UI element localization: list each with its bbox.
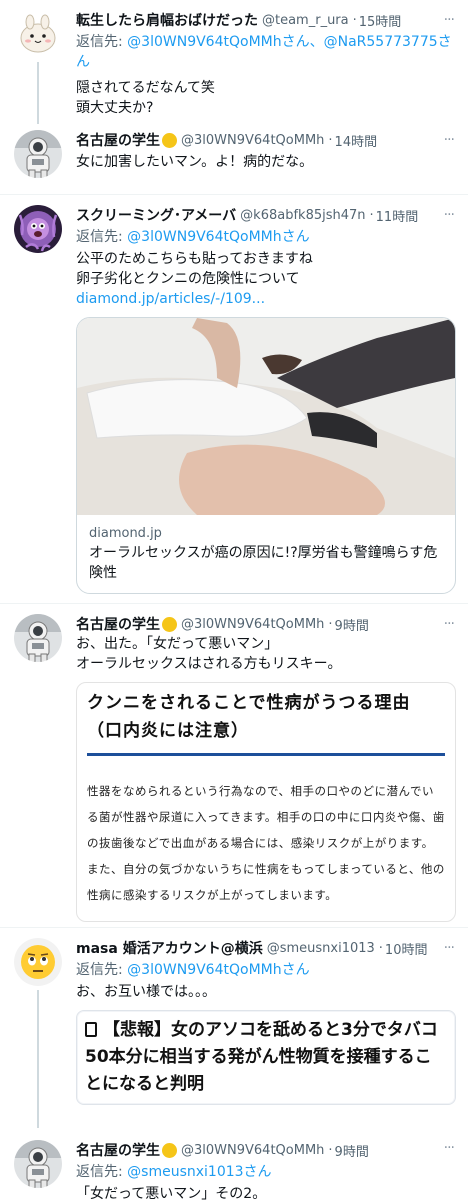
display-name[interactable]: masa 婚活アカウント@横浜 — [76, 938, 263, 958]
reply-context: 返信先: @3l0WN9V64tQoMMhさん — [76, 960, 456, 980]
tweet-line: 「女だって悪いマン」その2。 — [76, 1186, 267, 1200]
tweet-line: 頭大丈夫か? — [76, 100, 154, 116]
verified-badge-icon — [162, 1142, 177, 1158]
link-card-domain: diamond.jp — [89, 526, 162, 541]
tweet-text: 「女だって悪いマン」その2。 — [76, 1184, 456, 1200]
more-options-icon[interactable]: ··· — [444, 1140, 455, 1156]
separator: · — [328, 616, 333, 632]
tweet-2[interactable]: ··· 名古屋の学生 @3l0WN9V64tQoMMh · 14時間 女に加害し… — [0, 124, 468, 194]
tweet-header: 名古屋の学生 @3l0WN9V64tQoMMh · 9時間 — [76, 614, 456, 634]
tweet-3[interactable]: ··· スクリーミング･アメーバ @k68abfk85jsh47n · 11時間… — [0, 195, 468, 603]
handle[interactable]: @3l0WN9V64tQoMMh — [181, 133, 324, 148]
tweet-line: 公平のためこちらも貼っておきますね — [76, 251, 313, 267]
headline-title: 【悲報】女のアソコを舐めると3分でタバコ50本分に相当する発がん性物質を接種する… — [85, 1017, 447, 1098]
article-heading-rule — [87, 753, 445, 756]
tweet-6[interactable]: ··· 名古屋の学生 @3l0WN9V64tQoMMh · 9時間 返信先: @… — [0, 1128, 468, 1200]
tweet-header: 転生したら肩幅おばけだった @team_r_ura · 15時間 — [76, 10, 456, 30]
display-name[interactable]: 名古屋の学生 — [76, 614, 160, 634]
reply-mentions[interactable]: @smeusnxi1013さん — [127, 1164, 271, 1180]
tweet-1[interactable]: ··· 転生したら肩幅おばけだった @team_r_ura · 15時間 返信先… — [0, 0, 468, 124]
separator: · — [352, 12, 357, 28]
tweet-line: 女に加害したいマン。よ！病的だな。 — [76, 154, 314, 170]
tweet-link[interactable]: diamond.jp/articles/-/109... — [76, 289, 456, 309]
reply-context: 返信先: @3l0WN9V64tQoMMhさん — [76, 227, 456, 247]
avatar[interactable] — [14, 1140, 62, 1188]
separator: · — [378, 940, 383, 956]
headline-text: 【悲報】女のアソコを舐めると3分でタバコ50本分に相当する発がん性物質を接種する… — [85, 1020, 438, 1094]
tweet-text: お、出た。「女だって悪いマン」 オーラルセックスはされる方もリスキー。 — [76, 634, 456, 674]
reply-prefix: 返信先: — [76, 229, 128, 245]
separator: · — [328, 1142, 333, 1158]
handle[interactable]: @k68abfk85jsh47n — [240, 208, 365, 223]
reply-context: 返信先: @3l0WN9V64tQoMMhさん、@NaR55773775さん — [76, 32, 456, 72]
link-card-meta: diamond.jp オーラルセックスが癌の原因に!?厚労省も警鐘鳴らす危険性 — [77, 515, 455, 593]
timestamp[interactable]: 15時間 — [359, 11, 402, 30]
tweet-line: 隠されてるだなんて笑 — [76, 80, 215, 96]
timestamp[interactable]: 14時間 — [335, 131, 378, 150]
tweet-text: 女に加害したいマン。よ！病的だな。 — [76, 152, 456, 172]
verified-badge-icon — [162, 616, 177, 632]
reply-prefix: 返信先: — [76, 962, 128, 978]
more-options-icon[interactable]: ··· — [444, 132, 455, 148]
link-card[interactable]: diamond.jp オーラルセックスが癌の原因に!?厚労省も警鐘鳴らす危険性 — [76, 317, 456, 594]
separator: · — [369, 207, 374, 223]
reply-mentions[interactable]: @3l0WN9V64tQoMMhさん — [127, 229, 309, 245]
reply-context: 返信先: @smeusnxi1013さん — [76, 1162, 456, 1182]
verified-badge-icon — [162, 132, 177, 148]
reply-prefix: 返信先: — [76, 34, 128, 50]
avatar[interactable] — [14, 614, 62, 662]
attached-headline-image[interactable]: 【悲報】女のアソコを舐めると3分でタバコ50本分に相当する発がん性物質を接種する… — [76, 1010, 456, 1105]
tweet-4[interactable]: ··· 名古屋の学生 @3l0WN9V64tQoMMh · 9時間 お、出た。「… — [0, 604, 468, 927]
tweet-header: スクリーミング･アメーバ @k68abfk85jsh47n · 11時間 — [76, 205, 456, 225]
tweet-line: 卵子劣化とクンニの危険性について — [76, 271, 300, 287]
display-name[interactable]: スクリーミング･アメーバ — [76, 205, 236, 225]
handle[interactable]: @team_r_ura — [262, 13, 349, 28]
timestamp[interactable]: 10時間 — [385, 939, 428, 958]
reply-mentions[interactable]: @3l0WN9V64tQoMMhさん — [127, 962, 309, 978]
timestamp[interactable]: 11時間 — [376, 206, 419, 225]
display-name[interactable]: 名古屋の学生 — [76, 130, 160, 150]
reply-prefix: 返信先: — [76, 1164, 128, 1180]
tweet-line: お、出た。「女だって悪いマン」 — [76, 636, 279, 652]
display-name[interactable]: 転生したら肩幅おばけだった — [76, 10, 258, 30]
avatar[interactable] — [14, 130, 62, 178]
timestamp[interactable]: 9時間 — [335, 615, 369, 634]
document-icon — [85, 1022, 97, 1037]
tweet-text: お、お互い様では。。。 — [76, 982, 456, 1002]
handle[interactable]: @3l0WN9V64tQoMMh — [181, 1143, 324, 1158]
reply-mentions[interactable]: @3l0WN9V64tQoMMhさん、@NaR55773775さん — [76, 34, 452, 70]
tweet-5[interactable]: ··· masa 婚活アカウント@横浜 @smeusnxi1013 · 10時間… — [0, 928, 468, 1128]
avatar[interactable] — [14, 10, 62, 58]
more-options-icon[interactable]: ··· — [444, 940, 455, 956]
handle[interactable]: @smeusnxi1013 — [267, 941, 375, 956]
attached-article-image[interactable]: クンニをされることで性病がうつる理由（口内炎には注意） 性器をなめられるという行… — [76, 682, 456, 922]
separator: · — [328, 132, 333, 148]
avatar[interactable] — [14, 938, 62, 986]
tweet-header: 名古屋の学生 @3l0WN9V64tQoMMh · 9時間 — [76, 1140, 456, 1160]
tweet-header: 名古屋の学生 @3l0WN9V64tQoMMh · 14時間 — [76, 130, 456, 150]
tweet-text: 隠されてるだなんて笑 頭大丈夫か? — [76, 78, 456, 118]
display-name[interactable]: 名古屋の学生 — [76, 1140, 160, 1160]
more-options-icon[interactable]: ··· — [444, 207, 455, 223]
timestamp[interactable]: 9時間 — [335, 1141, 369, 1160]
link-card-title: オーラルセックスが癌の原因に!?厚労省も警鐘鳴らす危険性 — [89, 545, 438, 581]
tweet-header: masa 婚活アカウント@横浜 @smeusnxi1013 · 10時間 — [76, 938, 456, 958]
tweet-line: お、お互い様では。。。 — [76, 984, 216, 1000]
more-options-icon[interactable]: ··· — [444, 12, 455, 28]
link-card-image — [77, 318, 455, 515]
tweet-text: 公平のためこちらも貼っておきますね 卵子劣化とクンニの危険性について diamo… — [76, 249, 456, 309]
more-options-icon[interactable]: ··· — [444, 616, 455, 632]
article-heading: クンニをされることで性病がうつる理由（口内炎には注意） — [87, 693, 411, 741]
tweet-feed: · · · 転生したら肩幅おばけだった @team_r_ura · 15時間 返信先… — [0, 0, 468, 1200]
tweet-line: オーラルセックスはされる方もリスキー。 — [76, 656, 342, 672]
avatar[interactable] — [14, 205, 62, 253]
handle[interactable]: @3l0WN9V64tQoMMh — [181, 617, 324, 632]
article-body: 性器をなめられるという行為なので、相手の口やのどに潜んでいる菌が性器や尿道に入っ… — [87, 784, 445, 902]
